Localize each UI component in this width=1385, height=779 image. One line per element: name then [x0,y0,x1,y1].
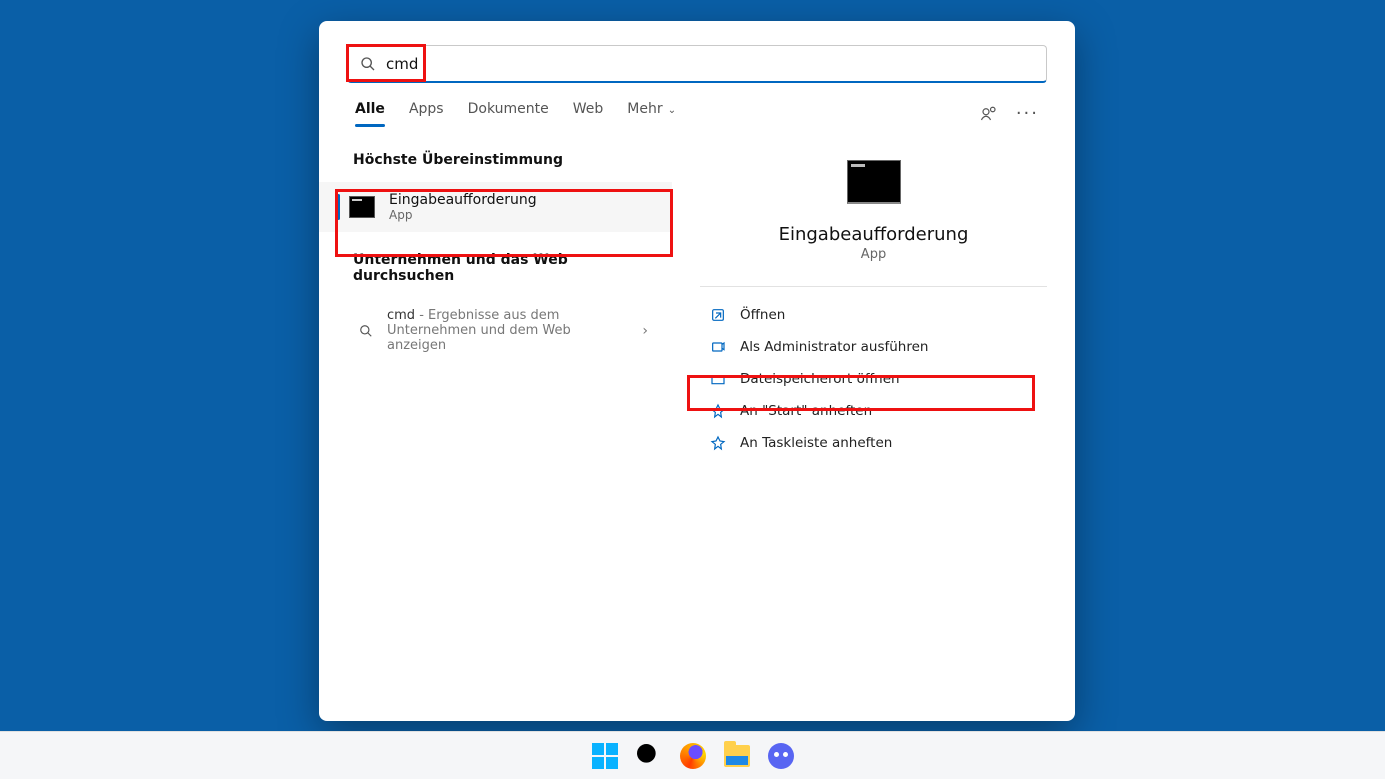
cmd-app-icon [349,196,375,218]
discord-icon [768,743,794,769]
tab-more[interactable]: Mehr ⌄ [627,101,676,127]
search-bar[interactable] [347,45,1047,83]
detail-title: Eingabeaufforderung [779,224,969,245]
search-web-item[interactable]: cmd - Ergebnisse aus dem Unternehmen und… [319,298,672,363]
open-icon [710,307,726,323]
pin-icon [710,403,726,419]
windows-logo-icon [592,743,618,769]
taskbar-file-explorer[interactable] [721,740,753,772]
shield-admin-icon [710,339,726,355]
search-icon [633,740,665,772]
search-icon [360,56,376,72]
web-search-text: cmd - Ergebnisse aus dem Unternehmen und… [387,308,628,353]
tab-web[interactable]: Web [573,101,604,127]
filter-tabs: Alle Apps Dokumente Web Mehr ⌄ ··· [319,83,1075,128]
firefox-icon [680,743,706,769]
results-column: Höchste Übereinstimmung Eingabeaufforder… [319,128,672,721]
detail-pane: Eingabeaufforderung App Öffnen Als Admin… [672,128,1075,721]
result-title: Eingabeaufforderung [389,192,537,208]
result-subtitle: App [389,208,537,222]
folder-icon [710,371,726,387]
taskbar-discord[interactable] [765,740,797,772]
chevron-right-icon: › [642,323,648,339]
action-pin-to-start[interactable]: An "Start" anheften [700,395,1047,427]
action-open-file-location[interactable]: Dateispeicherort öffnen [700,363,1047,395]
taskbar-firefox[interactable] [677,740,709,772]
start-button[interactable] [589,740,621,772]
web-search-heading: Unternehmen und das Web durchsuchen [319,232,672,298]
chevron-down-icon: ⌄ [665,105,677,116]
detail-subtitle: App [861,247,886,262]
more-options-button[interactable]: ··· [1016,105,1039,123]
cmd-app-icon [847,160,901,204]
action-run-as-admin[interactable]: Als Administrator ausführen [700,331,1047,363]
taskbar [0,731,1385,779]
search-icon [359,324,373,338]
search-bar-container [319,21,1075,83]
tab-apps[interactable]: Apps [409,101,444,127]
file-explorer-icon [724,745,750,767]
tab-documents[interactable]: Dokumente [468,101,549,127]
best-match-heading: Höchste Übereinstimmung [319,152,672,182]
action-pin-to-taskbar[interactable]: An Taskleiste anheften [700,427,1047,459]
org-search-icon[interactable] [980,105,998,123]
search-input[interactable] [386,55,1034,73]
windows-search-panel: Alle Apps Dokumente Web Mehr ⌄ ··· Höchs… [319,21,1075,721]
divider [700,286,1047,287]
action-open[interactable]: Öffnen [700,299,1047,331]
pin-icon [710,435,726,451]
taskbar-search-button[interactable] [633,740,665,772]
tab-all[interactable]: Alle [355,101,385,127]
result-eingabeaufforderung[interactable]: Eingabeaufforderung App [319,182,672,232]
